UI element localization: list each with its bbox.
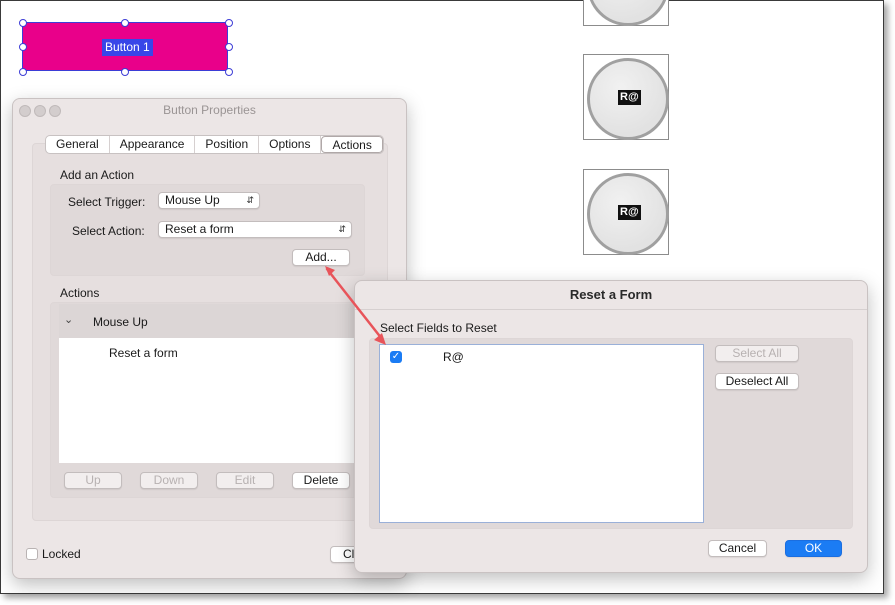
ok-button[interactable]: OK [785,540,842,557]
radio-circle-icon [587,0,669,26]
action-group-label: Mouse Up [93,315,148,329]
dialog-title: Button Properties [163,103,256,117]
tab-position[interactable]: Position [195,136,260,153]
move-up-button[interactable]: Up [64,472,122,489]
tab-options[interactable]: Options [259,136,322,153]
deselect-all-button[interactable]: Deselect All [715,373,799,390]
resize-handle-icon[interactable] [19,68,27,76]
document-canvas: Button 1 R@ R@ Button Properties General… [0,0,884,594]
move-down-button[interactable]: Down [140,472,198,489]
add-action-heading: Add an Action [60,168,135,182]
resize-handle-icon[interactable] [225,19,233,27]
delete-action-button[interactable]: Delete [292,472,350,489]
radio-widget[interactable] [583,0,669,26]
fields-heading: Select Fields to Reset [380,321,497,335]
resize-handle-icon[interactable] [225,68,233,76]
add-action-button[interactable]: Add... [292,249,350,266]
chevron-updown-icon: ⇵ [246,195,254,205]
trigger-label: Select Trigger: [68,195,146,209]
locked-label: Locked [42,547,81,561]
resize-handle-icon[interactable] [121,68,129,76]
resize-handle-icon[interactable] [19,43,27,51]
reset-form-dialog: Reset a Form Select Fields to Reset ✓ R@… [354,280,868,573]
field-checkbox[interactable]: ✓ [390,351,402,363]
form-button-label: Button 1 [102,39,153,56]
action-label: Select Action: [72,224,145,238]
action-select-value: Reset a form [165,222,234,236]
trigger-select[interactable]: Mouse Up ⇵ [158,192,260,209]
action-select[interactable]: Reset a form ⇵ [158,221,352,238]
cancel-button[interactable]: Cancel [708,540,767,557]
select-all-button[interactable]: Select All [715,345,799,362]
tab-appearance[interactable]: Appearance [110,136,196,153]
tab-actions[interactable]: Actions [321,136,383,153]
trigger-select-value: Mouse Up [165,193,220,207]
radio-widget[interactable]: R@ [583,54,669,140]
chevron-updown-icon: ⇵ [338,224,346,234]
action-item[interactable]: Reset a form [109,346,178,360]
tab-general[interactable]: General [46,136,110,153]
edit-action-button[interactable]: Edit [216,472,274,489]
tab-bar: General Appearance Position Options Acti… [45,135,384,154]
radio-field-name: R@ [618,90,641,105]
resize-handle-icon[interactable] [225,43,233,51]
fields-list: ✓ R@ [379,344,704,523]
action-group-row[interactable]: ⌄ Mouse Up [59,304,363,338]
list-item[interactable]: ✓ R@ [380,345,703,367]
resize-handle-icon[interactable] [121,19,129,27]
field-name: R@ [443,350,464,364]
button-properties-dialog: Button Properties General Appearance Pos… [12,98,407,579]
actions-list: ⌄ Mouse Up Reset a form [59,304,363,463]
actions-heading: Actions [60,286,100,300]
locked-checkbox[interactable] [26,548,38,560]
chevron-down-icon[interactable]: ⌄ [64,313,73,326]
resize-handle-icon[interactable] [19,19,27,27]
radio-field-name: R@ [618,205,641,220]
dialog-title: Reset a Form [355,281,867,310]
radio-widget[interactable]: R@ [583,169,669,255]
